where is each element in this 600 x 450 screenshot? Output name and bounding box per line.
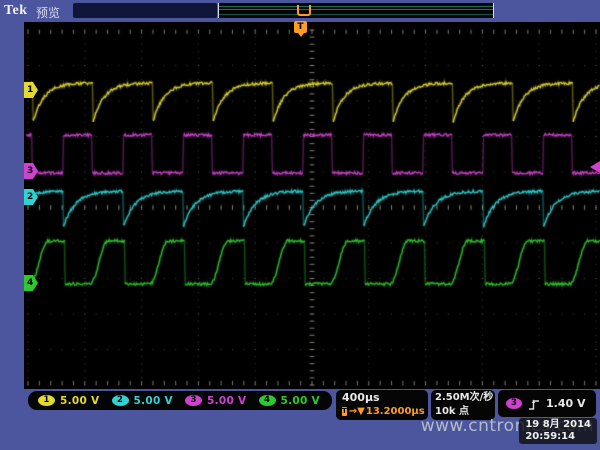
graticule-waveform-canvas xyxy=(24,22,600,389)
expansion-bracket-icon xyxy=(297,5,311,16)
channel-readout-group: 1 5.00 V xyxy=(38,395,112,407)
tek-logo: Tek xyxy=(4,3,28,19)
channel-3-scale: 5.00 V xyxy=(207,395,247,407)
record-view-trace-line xyxy=(219,6,493,7)
channel-1-scale: 5.00 V xyxy=(60,395,100,407)
trigger-delay-readout: T →▼ 13.2000µs xyxy=(342,405,422,418)
top-status-bar: Tek 预览 xyxy=(0,0,600,22)
delay-arrows-icon: →▼ xyxy=(349,405,365,418)
channel-3-badge: 3 xyxy=(185,395,202,406)
datetime-box: 19 8月 2014 20:59:14 xyxy=(519,418,597,444)
timebase-value: 400µs xyxy=(342,391,422,405)
oscilloscope-frame: Tek 预览 T 1 3 2 4 1 5.00 V 2 5.00 V xyxy=(0,0,600,450)
channel-readout-group: 3 5.00 V xyxy=(185,395,259,407)
time-value: 20:59:14 xyxy=(525,431,591,443)
channel-readout-group: 2 5.00 V xyxy=(112,395,186,407)
channel-2-badge: 2 xyxy=(112,395,129,406)
trigger-position-flag: T xyxy=(294,21,307,33)
delay-value: 13.2000µs xyxy=(366,405,425,418)
horizontal-readout-box: 400µs T →▼ 13.2000µs xyxy=(336,390,428,420)
channel-4-scale: 5.00 V xyxy=(281,395,321,407)
record-view-trace-line xyxy=(219,14,493,15)
sample-rate-value: 2.50M次/秒 xyxy=(435,391,491,405)
channel-readout-pill: 1 5.00 V 2 5.00 V 3 5.00 V 4 5.00 V xyxy=(28,391,332,410)
date-value: 19 8月 2014 xyxy=(525,419,591,431)
channel-2-scale: 5.00 V xyxy=(134,395,174,407)
display-area: T 1 3 2 4 xyxy=(0,22,600,389)
trigger-readout-box: 3 1.40 V xyxy=(498,390,596,417)
channel-4-badge: 4 xyxy=(259,395,276,406)
record-view-trace-line xyxy=(219,9,493,10)
trigger-t-icon: T xyxy=(342,407,347,416)
channel-readout-group: 4 5.00 V xyxy=(259,395,333,407)
trigger-source-badge: 3 xyxy=(506,398,522,409)
trigger-level-value: 1.40 V xyxy=(546,397,585,410)
rising-edge-slope-icon xyxy=(528,397,540,411)
readout-placeholder-box xyxy=(73,3,217,18)
acquisition-mode-label: 预览 xyxy=(36,4,60,21)
record-view-bar xyxy=(218,3,494,18)
bottom-status-bar: 1 5.00 V 2 5.00 V 3 5.00 V 4 5.00 V 400µ… xyxy=(0,389,600,450)
channel-1-badge: 1 xyxy=(38,395,55,406)
